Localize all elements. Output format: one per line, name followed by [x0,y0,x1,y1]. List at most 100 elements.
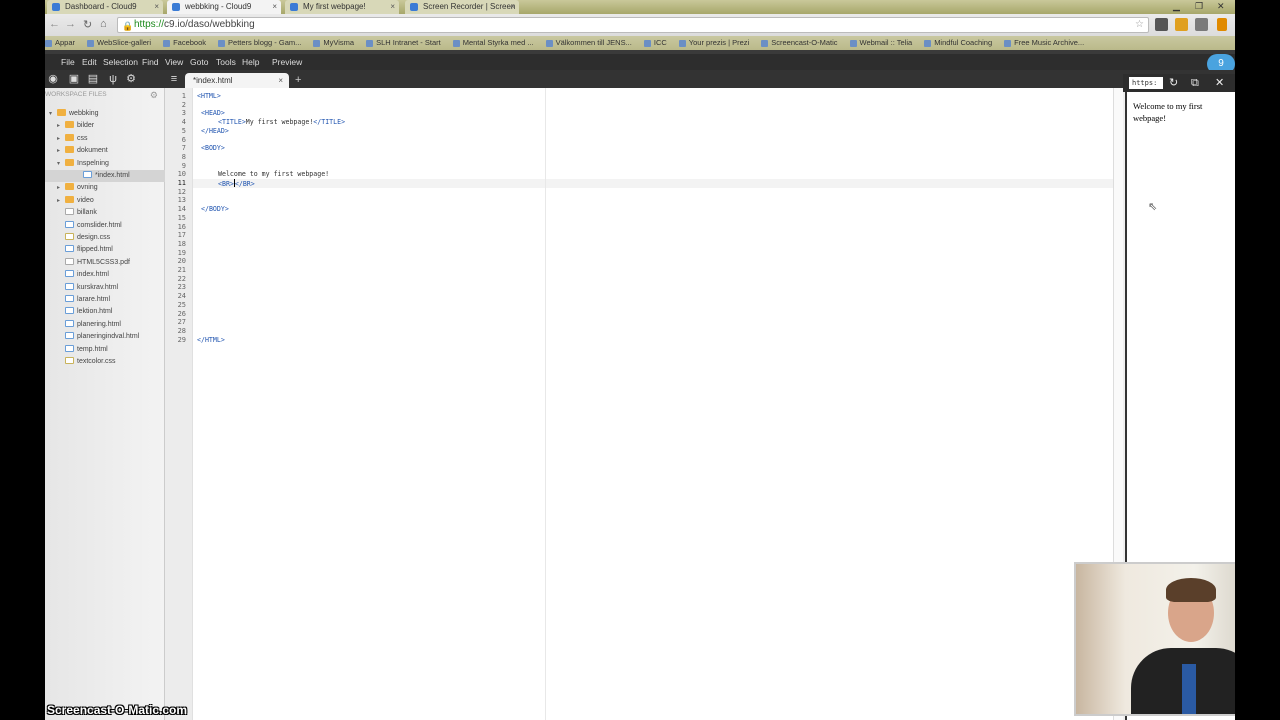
file-tree-item[interactable]: ▾ Inspelning [57,158,109,170]
menu-find[interactable]: Find [142,54,159,70]
bookmark[interactable]: Webmail :: Telia [849,36,912,50]
bookmark[interactable]: Facebook [163,36,206,50]
file-tree-item[interactable]: larare.html [65,294,110,306]
close-tab-icon[interactable]: × [510,0,515,14]
close-tab-icon[interactable]: × [154,0,159,14]
file-tree-label: ovning [77,184,98,192]
close-tab-icon[interactable]: × [272,0,277,14]
close-tab-icon[interactable]: × [278,73,283,88]
file-tree-item[interactable]: design.css [65,232,110,244]
home-icon[interactable]: ⌂ [100,18,107,30]
add-tab-button[interactable]: + [295,73,301,87]
file-icon [65,332,74,340]
menu-tools[interactable]: Tools [216,54,236,70]
maximize-icon[interactable]: ❐ [1195,0,1203,12]
extension-camera-icon[interactable] [1155,18,1168,31]
star-icon[interactable]: ☆ [1135,18,1144,32]
gear-icon[interactable]: ⚙ [125,73,137,85]
menu-edit[interactable]: Edit [82,54,97,70]
file-tree-item[interactable]: HTML5CSS3.pdf [65,257,130,269]
bookmark[interactable]: Free Music Archive... [1004,36,1084,50]
folder-icon[interactable]: ▤ [87,73,99,85]
preview-url-input[interactable]: https: [1129,77,1163,89]
browser-tab[interactable]: Screen Recorder | Screen × [405,0,519,14]
file-tree-item[interactable]: lektion.html [65,306,112,318]
minimize-icon[interactable]: ▁ [1173,0,1180,12]
menu-preview[interactable]: Preview [272,54,302,70]
file-tree-item[interactable]: ▸ video [57,195,94,207]
file-icon [65,220,74,228]
menu-view[interactable]: View [165,54,183,70]
bookmark[interactable]: Screencast-O-Matic [761,36,838,50]
menu-file[interactable]: File [61,54,75,70]
workspace-sidebar: WORKSPACE FILES ⚙ ▾ webbking ▸ bilder ▸ css ▸ d… [45,88,165,720]
file-tree-label: video [77,196,94,204]
back-icon[interactable]: ← [49,18,60,30]
bookmark[interactable]: Appar [45,36,75,50]
settings-gear-icon[interactable]: ⚙ [150,90,158,101]
file-tree-label: css [77,134,88,142]
bookmark[interactable]: MyVisma [313,36,354,50]
reload-icon[interactable]: ↻ [83,18,92,31]
folder-icon [57,109,66,116]
file-tree-item[interactable]: billank [65,207,97,219]
tab-index-html[interactable]: *index.html × [185,73,289,88]
code-line-5: </HEAD> [201,127,229,136]
file-tree-item[interactable]: ▸ dokument [57,145,108,157]
refresh-icon[interactable]: ↻ [1169,76,1178,90]
browser-tab-active[interactable]: webbking - Cloud9 × [167,0,281,14]
address-bar[interactable]: 🔒 https://c9.io/daso/webbking ☆ [117,17,1149,33]
bookmark[interactable]: ICC [643,36,667,50]
file-tree-item[interactable]: ▸ css [57,133,88,145]
code-editor[interactable]: <HTML> <HEAD> <TITLE>My first webpage!</… [193,88,1113,720]
branch-icon[interactable]: ψ [107,73,119,85]
forward-icon[interactable]: → [65,18,76,30]
file-tree-label: textcolor.css [77,358,116,365]
file-tree-item[interactable]: *index.html [45,170,165,182]
close-icon[interactable]: ✕ [1215,76,1224,90]
menu-selection[interactable]: Selection [103,54,138,70]
eye-icon[interactable]: ◉ [47,73,59,85]
person-hair [1166,578,1216,602]
file-tree-item[interactable]: planering.html [65,319,121,331]
file-tree-item[interactable]: temp.html [65,344,108,356]
bookmark[interactable]: Välkommen till JENS... [545,36,632,50]
popout-icon[interactable]: ⧉ [1191,76,1199,90]
chevron-right-icon[interactable]: ▸ [57,120,60,132]
bookmark[interactable]: WebSlice-galleri [87,36,151,50]
close-tab-icon[interactable]: × [390,0,395,14]
bookmark[interactable]: Mental Styrka med ... [452,36,534,50]
chevron-down-icon[interactable]: ▾ [49,108,52,120]
file-tree-item[interactable]: comslider.html [65,220,122,232]
bookmark[interactable]: Mindful Coaching [924,36,992,50]
file-icon [65,282,74,290]
file-tree-item[interactable]: ▾ webbking [49,108,99,120]
bookmark[interactable]: SLH Intranet - Start [366,36,441,50]
save-icon[interactable]: ▣ [68,73,80,85]
chevron-down-icon[interactable]: ▾ [57,158,60,170]
file-tree-item[interactable]: ▸ bilder [57,120,94,132]
file-tree-item[interactable]: kurskrav.html [65,282,118,294]
menu-icon[interactable] [1217,18,1227,31]
file-tree-item[interactable]: ▸ ovning [57,182,98,194]
bookmark[interactable]: Your prezis | Prezi [678,36,749,50]
chevron-right-icon[interactable]: ▸ [57,145,60,157]
menu-goto[interactable]: Goto [190,54,208,70]
tab-title: webbking - Cloud9 [185,2,252,11]
chevron-right-icon[interactable]: ▸ [57,133,60,145]
extension-icon[interactable] [1195,18,1208,31]
line-number: 22 [177,274,186,283]
menu-help[interactable]: Help [242,54,259,70]
file-tree-item[interactable]: flipped.html [65,244,113,256]
file-tree-item[interactable]: planeringindval.html [65,331,139,343]
file-tree-item[interactable]: index.html [65,269,109,281]
file-tree-item[interactable]: textcolor.css [65,356,116,368]
browser-tab[interactable]: My first webpage! × [285,0,399,14]
chevron-right-icon[interactable]: ▸ [57,182,60,194]
bookmark[interactable]: Petters blogg - Gam... [218,36,301,50]
extension-icon[interactable] [1175,18,1188,31]
list-icon[interactable]: ≡ [168,73,180,85]
close-window-icon[interactable]: ✕ [1217,0,1225,12]
chevron-right-icon[interactable]: ▸ [57,195,60,207]
browser-tab[interactable]: Dashboard - Cloud9 × [47,0,163,14]
